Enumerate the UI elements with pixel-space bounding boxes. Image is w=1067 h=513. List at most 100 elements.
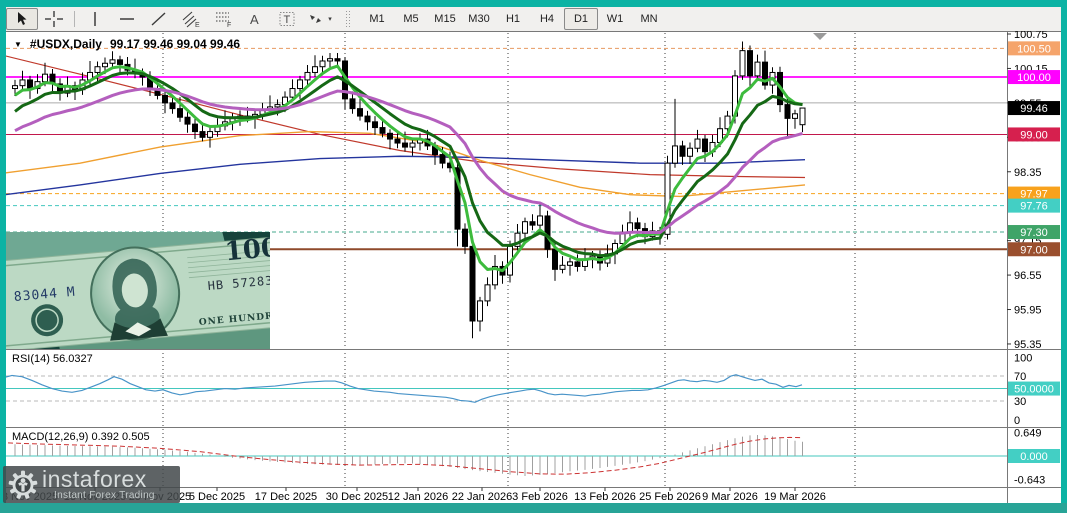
candle-body[interactable] [703,139,708,152]
candle-body[interactable] [388,133,393,139]
candle-body[interactable] [110,60,115,63]
candle-body[interactable] [178,109,183,118]
candle-body[interactable] [800,108,805,125]
candle-body[interactable] [20,80,25,86]
timeframe-mn-button[interactable]: MN [632,8,666,30]
svg-text:F: F [227,22,231,28]
candle-body[interactable] [463,229,468,246]
rsi-mid-badge-text: 50.0000 [1014,384,1054,396]
candle-body[interactable] [635,223,640,229]
candle-body[interactable] [95,67,100,73]
date-tick-label: 3 Feb 2026 [512,491,568,503]
price-level-badge-text: 100.50 [1017,43,1051,55]
candle-body[interactable] [103,63,108,66]
candle-body[interactable] [785,105,790,119]
text-tool-button[interactable]: A [239,8,271,30]
candle-body[interactable] [358,109,363,116]
horizontal-line-tool-button[interactable] [111,8,143,30]
toolbar-grip[interactable] [345,10,352,28]
date-tick-label: 9 Mar 2026 [702,491,758,503]
candle-body[interactable] [335,59,340,61]
candle-body[interactable] [755,62,760,76]
arrows-tool-button[interactable]: ▾ [303,8,335,30]
chart-canvas[interactable]: 100HB 57283083044 MONE HUNDRED100.75100.… [6,31,1061,503]
timeframe-d1-button[interactable]: D1 [564,8,598,30]
candle-body[interactable] [313,67,318,73]
fibonacci-tool-button[interactable]: F [207,8,239,30]
candle-body[interactable] [545,216,550,249]
rsi-indicator-label: RSI(14) 56.0327 [12,353,93,365]
candle-body[interactable] [275,105,280,107]
candle-body[interactable] [13,86,18,89]
candle-body[interactable] [530,222,535,225]
bottom-brand-bar [0,503,1067,513]
candle-body[interactable] [673,146,678,163]
candle-body[interactable] [553,249,558,269]
timeframe-m5-button[interactable]: M5 [394,8,428,30]
candle-body[interactable] [568,262,573,265]
svg-text:E: E [195,22,200,28]
instaforex-logo-text: instaforex [42,468,155,490]
candle-body[interactable] [163,95,168,102]
candle-body[interactable] [560,265,565,269]
candle-body[interactable] [200,132,205,138]
candle-body[interactable] [373,122,378,128]
price-level-badge-text: 97.30 [1020,227,1048,239]
candle-body[interactable] [793,114,798,119]
candle-body[interactable] [680,146,685,156]
timeframe-w1-button[interactable]: W1 [598,8,632,30]
timeframe-m30-button[interactable]: M30 [462,8,496,30]
candle-body[interactable] [688,148,693,156]
candle-body[interactable] [403,143,408,147]
candle-body[interactable] [740,51,745,76]
timeframe-h4-button[interactable]: H4 [530,8,564,30]
candle-body[interactable] [170,103,175,109]
candle-body[interactable] [208,132,213,138]
candle-body[interactable] [538,216,543,225]
candle-body[interactable] [365,116,370,122]
candle-body[interactable] [298,80,303,89]
candle-body[interactable] [328,59,333,61]
candle-body[interactable] [395,139,400,143]
candle-body[interactable] [695,139,700,148]
equidistant-channel-tool-button[interactable]: E [175,8,207,30]
vertical-line-tool-button[interactable] [79,8,111,30]
candle-body[interactable] [28,80,33,89]
svg-text:A: A [250,12,259,27]
macd-top-label: 0.649 [1014,427,1042,439]
timeframe-m1-button[interactable]: M1 [360,8,394,30]
candle-body[interactable] [290,89,295,98]
candle-body[interactable] [305,72,310,79]
candle-body[interactable] [185,117,190,124]
candle-body[interactable] [350,99,355,109]
macd-indicator-label: MACD(12,26,9) 0.392 0.505 [12,431,150,443]
symbol-caret-icon[interactable]: ▼ [14,40,22,49]
candle-body[interactable] [575,262,580,267]
rsi-tick-label: 0 [1014,415,1020,427]
trendline-tool-button[interactable] [143,8,175,30]
toolbar: E F AT ▾ M1M5M15M30H1H4D1W1MN [6,7,1061,32]
candle-body[interactable] [485,285,490,301]
candle-body[interactable] [523,222,528,233]
candle-body[interactable] [43,74,48,81]
rsi-tick-label: 30 [1014,396,1026,408]
candle-body[interactable] [478,301,483,321]
candle-body[interactable] [320,61,325,67]
candle-body[interactable] [470,246,475,321]
candle-body[interactable] [118,60,123,65]
timeframe-h1-button[interactable]: H1 [496,8,530,30]
timeframe-m15-button[interactable]: M15 [428,8,462,30]
candle-body[interactable] [193,124,198,131]
candle-body[interactable] [628,223,633,232]
dropdown-caret-icon[interactable]: ▾ [328,15,332,23]
current-price-badge-text: 99.46 [1020,103,1048,115]
crosshair-tool-button[interactable] [38,8,70,30]
candle-body[interactable] [748,51,753,76]
text-label-tool-button[interactable]: T [271,8,303,30]
price-tick-label: 95.95 [1014,305,1042,317]
candle-body[interactable] [380,128,385,134]
cursor-tool-button[interactable] [6,8,38,30]
candle-body[interactable] [440,155,445,164]
chart-area[interactable]: 100HB 57283083044 MONE HUNDRED100.75100.… [6,31,1061,503]
candle-body[interactable] [410,143,415,147]
